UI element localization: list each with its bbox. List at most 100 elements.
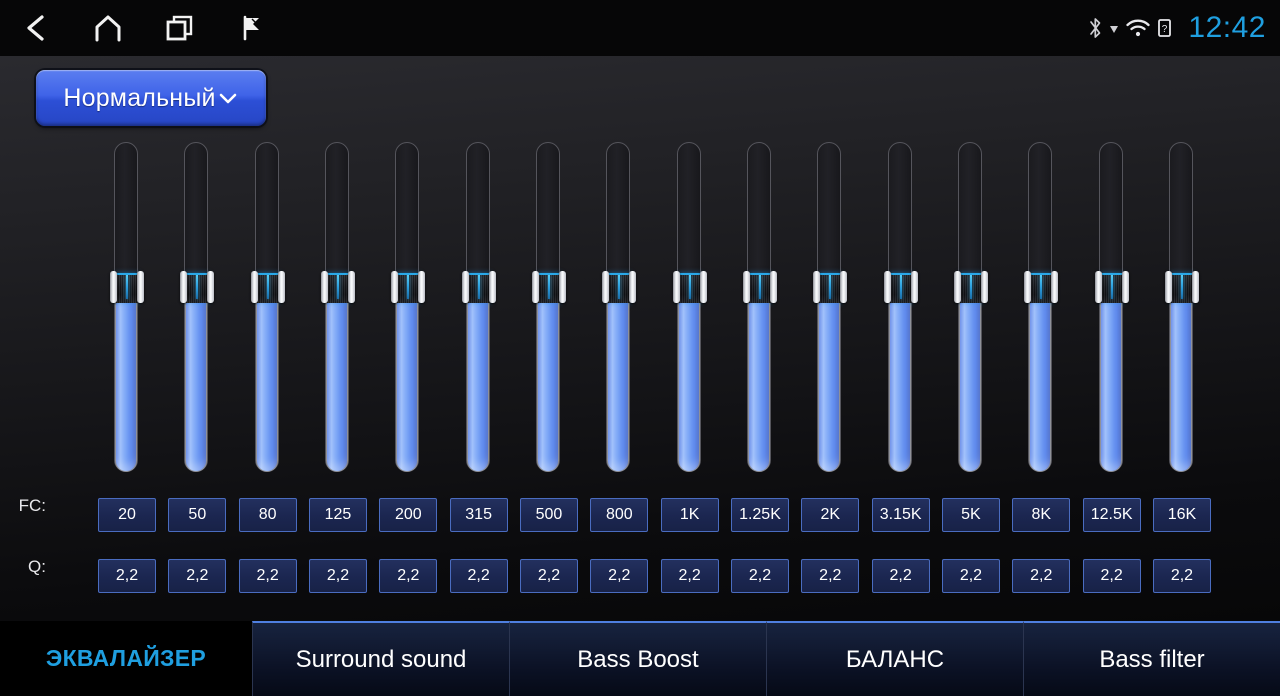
slider-fill	[185, 287, 208, 472]
slider-thumb-indicator	[688, 275, 691, 299]
fc-cell[interactable]: 12.5K	[1082, 498, 1141, 532]
q-cell[interactable]: 2,2	[98, 559, 156, 593]
slider-thumb-indicator	[407, 275, 410, 299]
back-icon[interactable]	[0, 0, 72, 56]
slider-thumb-cap-left	[250, 271, 258, 303]
slider-thumb[interactable]	[391, 271, 426, 303]
slider-thumb[interactable]	[320, 271, 355, 303]
slider-thumb-cap-left	[1024, 271, 1032, 303]
tab-5[interactable]: Bass filter	[1023, 621, 1280, 696]
q-cell[interactable]: 2,2	[590, 559, 649, 593]
slider-thumb-indicator	[126, 275, 128, 299]
band-slider[interactable]	[1024, 142, 1059, 472]
fc-cell[interactable]: 50	[168, 498, 227, 532]
q-cell[interactable]: 2,2	[168, 559, 227, 593]
band-slider[interactable]	[320, 142, 355, 472]
home-icon[interactable]	[72, 0, 144, 56]
q-cell[interactable]: 2,2	[801, 559, 860, 593]
slider-thumb-indicator	[1040, 275, 1043, 299]
slider-thumb-cap-left	[1094, 271, 1102, 303]
band-slider[interactable]	[180, 142, 215, 472]
status-indicators: ? 12:42	[1088, 0, 1266, 56]
slider-thumb-indicator	[477, 275, 480, 299]
band-slider[interactable]	[742, 142, 777, 472]
fc-cell[interactable]: 8K	[1012, 498, 1071, 532]
slider-thumb-indicator	[547, 275, 550, 299]
q-cell[interactable]: 2,2	[1082, 559, 1141, 593]
signal-icon	[1109, 16, 1119, 40]
fc-cell[interactable]: 200	[379, 498, 438, 532]
q-cell[interactable]: 2,2	[1152, 559, 1211, 593]
fc-cell[interactable]: 20	[98, 498, 156, 532]
slider-thumb[interactable]	[1024, 271, 1059, 303]
fc-cell[interactable]: 80	[238, 498, 297, 532]
slider-thumb[interactable]	[110, 271, 144, 303]
fc-cell[interactable]: 315	[449, 498, 508, 532]
q-cell[interactable]: 2,2	[519, 559, 578, 593]
slider-thumb[interactable]	[1164, 271, 1199, 303]
slider-thumb-cap-right	[488, 271, 496, 303]
fc-cell[interactable]: 1K	[660, 498, 719, 532]
fc-cell[interactable]: 500	[519, 498, 578, 532]
tab-4[interactable]: БАЛАНС	[766, 621, 1023, 696]
slider-thumb[interactable]	[953, 271, 988, 303]
slider-thumb-cap-right	[558, 271, 566, 303]
slider-thumb-cap-left	[391, 271, 399, 303]
q-cell[interactable]: 2,2	[941, 559, 1000, 593]
fc-cell[interactable]: 125	[308, 498, 367, 532]
fc-cell[interactable]: 2K	[801, 498, 860, 532]
slider-thumb[interactable]	[602, 271, 637, 303]
band-slider[interactable]	[672, 142, 707, 472]
q-cell[interactable]: 2,2	[730, 559, 789, 593]
band-slider[interactable]	[110, 142, 144, 472]
band-slider[interactable]	[883, 142, 918, 472]
q-cell[interactable]: 2,2	[1012, 559, 1071, 593]
slider-thumb[interactable]	[742, 271, 777, 303]
band-slider[interactable]	[953, 142, 988, 472]
tab-1[interactable]: ЭКВАЛАЙЗЕР	[0, 621, 252, 696]
q-cell[interactable]: 2,2	[238, 559, 297, 593]
band-slider-group	[0, 56, 1280, 476]
slider-thumb[interactable]	[180, 271, 215, 303]
band-slider[interactable]	[813, 142, 848, 472]
slider-thumb-cap-left	[602, 271, 610, 303]
slider-thumb-cap-right	[277, 271, 285, 303]
navigation-bar	[0, 0, 288, 56]
tab-3[interactable]: Bass Boost	[509, 621, 766, 696]
slider-thumb[interactable]	[531, 271, 566, 303]
sim-unknown-icon: ?	[1157, 16, 1172, 40]
fc-cell[interactable]: 16K	[1152, 498, 1211, 532]
band-slider[interactable]	[1164, 142, 1199, 472]
fc-cell[interactable]: 3.15K	[871, 498, 930, 532]
slider-thumb-cap-right	[137, 271, 144, 303]
tab-2[interactable]: Surround sound	[252, 621, 509, 696]
slider-thumb[interactable]	[1094, 271, 1129, 303]
equalizer-screen: ? 12:42 Нормальный FC: Q: 20 50 80 125 200 31…	[0, 0, 1280, 696]
q-cell[interactable]: 2,2	[308, 559, 367, 593]
slider-thumb-indicator	[266, 275, 269, 299]
slider-thumb[interactable]	[461, 271, 496, 303]
band-slider[interactable]	[461, 142, 496, 472]
status-bar: ? 12:42	[0, 0, 1280, 57]
slider-thumb[interactable]	[813, 271, 848, 303]
fc-cell[interactable]: 800	[590, 498, 649, 532]
band-slider[interactable]	[391, 142, 426, 472]
band-slider[interactable]	[531, 142, 566, 472]
band-slider[interactable]	[602, 142, 637, 472]
slider-thumb-indicator	[899, 275, 902, 299]
band-slider[interactable]	[1094, 142, 1129, 472]
fc-cell[interactable]: 5K	[941, 498, 1000, 532]
slider-thumb[interactable]	[883, 271, 918, 303]
slider-thumb[interactable]	[672, 271, 707, 303]
q-cell[interactable]: 2,2	[449, 559, 508, 593]
band-slider[interactable]	[250, 142, 285, 472]
slider-fill	[607, 287, 630, 472]
recents-icon[interactable]	[144, 0, 216, 56]
slider-thumb[interactable]	[250, 271, 285, 303]
q-cell[interactable]: 2,2	[871, 559, 930, 593]
fc-cell[interactable]: 1.25K	[730, 498, 789, 532]
slider-thumb-cap-left	[1164, 271, 1172, 303]
q-cell[interactable]: 2,2	[660, 559, 719, 593]
q-cell[interactable]: 2,2	[379, 559, 438, 593]
flag-icon[interactable]	[216, 0, 288, 56]
